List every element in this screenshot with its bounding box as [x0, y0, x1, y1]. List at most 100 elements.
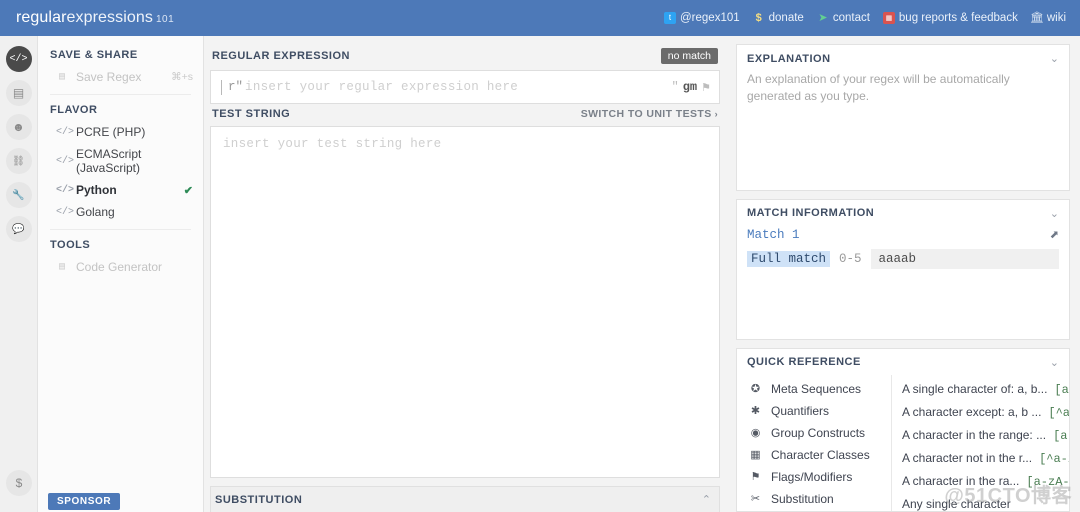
send-icon: ➤: [818, 11, 828, 24]
match-information-header[interactable]: MATCH INFORMATION ⌄: [737, 200, 1069, 226]
code-icon: </>: [56, 206, 75, 218]
rail-item-chat[interactable]: 💬: [5, 216, 32, 242]
info-column: EXPLANATION ⌄ An explanation of your reg…: [730, 36, 1080, 512]
quick-ref-entry[interactable]: A single character of: a, b... [abc]: [902, 378, 1069, 401]
rail-item-link[interactable]: ⛓: [5, 148, 32, 174]
icon-rail: </> ▤ ☻ ⛓ 🔧 💬 $: [0, 36, 38, 512]
quick-reference-entries: A single character of: a, b... [abc] A c…: [892, 375, 1069, 511]
nav-item-wiki[interactable]: 🏛 wiki: [1030, 12, 1066, 24]
regex-section-title: REGULAR EXPRESSION: [212, 50, 350, 62]
account-icon: ☻: [12, 120, 25, 134]
rail-item-library[interactable]: ▤: [5, 80, 32, 106]
quick-ref-entry[interactable]: Any single character: [902, 493, 1069, 511]
quick-ref-category-label: Flags/Modifiers: [771, 469, 853, 484]
quick-ref-category-substitution[interactable]: ✂ Substitution: [737, 488, 891, 510]
sidebar-item-flavor-ecmascript[interactable]: </> ECMAScript (JavaScript): [38, 143, 203, 179]
match-entry-header: Match 1 ⬈: [737, 226, 1069, 249]
quick-ref-category-group-constructs[interactable]: ◉ Group Constructs: [737, 422, 891, 444]
explanation-text: An explanation of your regex will be aut…: [747, 72, 1010, 104]
quick-ref-entry[interactable]: A character in the ra... [a-zA-Z]: [902, 470, 1069, 493]
rail-item-donate[interactable]: $: [6, 470, 32, 496]
quick-ref-token: [^abc]: [1048, 405, 1070, 420]
regex-section-header: REGULAR EXPRESSION no match: [210, 44, 720, 70]
chat-icon: 💬: [12, 223, 25, 235]
nav-label-donate: donate: [768, 12, 804, 24]
scissors-icon: ✂: [750, 493, 761, 506]
quick-reference-categories: ✪ Meta Sequences ✱ Quantifiers ◉ Group C…: [737, 374, 892, 511]
switch-to-unit-tests-label: SWITCH TO UNIT TESTS: [580, 108, 712, 120]
quick-ref-entry[interactable]: A character not in the r... [^a-z]: [902, 447, 1069, 470]
chevron-down-icon[interactable]: ⌄: [1050, 52, 1059, 65]
editor-column: REGULAR EXPRESSION no match r" insert yo…: [204, 36, 730, 512]
sponsor-badge[interactable]: SPONSOR: [48, 493, 121, 510]
code-icon: </>: [56, 184, 75, 196]
test-string-input[interactable]: insert your test string here: [210, 126, 720, 478]
quick-ref-token: [^a-z]: [1039, 451, 1069, 466]
nav-item-donate[interactable]: $ donate: [753, 12, 804, 24]
quick-ref-category-quantifiers[interactable]: ✱ Quantifiers: [737, 400, 891, 422]
quick-ref-category-meta-sequences[interactable]: ✪ Meta Sequences: [737, 378, 891, 400]
sidebar-heading-tools: TOOLS: [50, 239, 91, 251]
nav-item-contact[interactable]: ➤ contact: [817, 12, 870, 24]
rail-item-account[interactable]: ☻: [5, 114, 32, 140]
regex-input[interactable]: r" insert your regular expression here "…: [210, 70, 720, 104]
full-match-value: aaaab: [870, 248, 1059, 269]
flag-icon[interactable]: ⚑: [701, 81, 711, 94]
regex-flags[interactable]: " gm ⚑: [672, 80, 711, 94]
chevron-right-icon: ›: [714, 109, 718, 119]
substitution-section-header[interactable]: SUBSTITUTION ⌃: [210, 486, 720, 512]
chevron-down-icon[interactable]: ⌄: [1050, 356, 1059, 369]
rail-item-tools[interactable]: 🔧: [5, 182, 32, 208]
match-information-title: MATCH INFORMATION: [747, 207, 875, 220]
rail-item-code[interactable]: </>: [5, 46, 32, 72]
twitter-icon: t: [664, 12, 676, 24]
bug-icon: ▦: [882, 12, 895, 24]
quick-ref-entry[interactable]: A character in the range: ... [a-z]: [902, 424, 1069, 447]
explanation-card: EXPLANATION ⌄ An explanation of your reg…: [736, 44, 1070, 191]
quick-ref-desc: A character except: a, b ...: [902, 404, 1042, 419]
quick-reference-header[interactable]: QUICK REFERENCE ⌄: [737, 349, 1069, 375]
nav-item-bug-reports[interactable]: ▦ bug reports & feedback: [882, 12, 1018, 24]
quick-ref-category-label: Meta Sequences: [771, 381, 862, 396]
logo-word-101: 101: [156, 14, 175, 25]
sidebar-label-flavor-ecmascript: ECMAScript (JavaScript): [76, 147, 142, 175]
quick-ref-token: [abc]: [1054, 382, 1069, 397]
sidebar-label-code-generator: Code Generator: [76, 260, 163, 274]
flag-icon: ⚑: [750, 471, 761, 484]
quick-ref-desc: A character not in the r...: [902, 450, 1033, 465]
quick-ref-desc: A character in the range: ...: [902, 427, 1047, 442]
sidebar-item-save-regex[interactable]: ▤ Save Regex ⌘+s: [38, 66, 203, 88]
sidebar-item-flavor-pcre[interactable]: </> PCRE (PHP): [38, 121, 203, 143]
test-section-title: TEST STRING: [212, 108, 291, 120]
quick-ref-category-label: Character Classes: [771, 447, 870, 462]
explanation-header[interactable]: EXPLANATION ⌄: [737, 45, 1069, 71]
header-nav: t @regex101 $ donate ➤ contact ▦ bug rep…: [664, 12, 1066, 24]
export-icon[interactable]: ⬈: [1050, 228, 1059, 241]
sidebar-item-flavor-python[interactable]: </> Python ✔: [38, 179, 203, 201]
chevron-up-icon[interactable]: ⌃: [702, 493, 711, 506]
quick-ref-token: [a-zA-Z]: [1026, 474, 1070, 489]
sidebar-divider-1: [50, 94, 191, 95]
nav-label-bug-reports: bug reports & feedback: [898, 12, 1018, 24]
quick-ref-category-flags-modifiers[interactable]: ⚑ Flags/Modifiers: [737, 466, 891, 488]
switch-to-unit-tests-button[interactable]: SWITCH TO UNIT TESTS ›: [581, 108, 718, 120]
nav-item-twitter[interactable]: t @regex101: [664, 12, 740, 24]
sidebar-item-code-generator[interactable]: ▤ Code Generator: [38, 256, 203, 278]
quick-ref-desc: A single character of: a, b...: [902, 381, 1048, 396]
full-match-row: Full match 0-5 aaaab: [737, 248, 1069, 269]
chevron-down-icon[interactable]: ⌄: [1050, 207, 1059, 220]
quick-ref-category-character-classes[interactable]: ▦ Character Classes: [737, 444, 891, 466]
sidebar-item-flavor-golang[interactable]: </> Golang: [38, 201, 203, 223]
regex-suffix-delimiter: ": [671, 80, 679, 94]
quick-ref-entry[interactable]: A character except: a, b ... [^abc]: [902, 401, 1069, 424]
regex-prefix-delimiter: r": [228, 80, 244, 94]
nav-label-wiki: wiki: [1046, 12, 1066, 24]
sidebar-label-flavor-python: Python: [76, 183, 117, 197]
sidebar-heading-save-share: SAVE & SHARE: [50, 49, 138, 61]
quick-reference-grid: ✪ Meta Sequences ✱ Quantifiers ◉ Group C…: [737, 374, 1069, 511]
book-icon: ▤: [12, 86, 25, 100]
code-icon: </>: [56, 155, 75, 167]
site-logo[interactable]: regularexpressions 101: [16, 9, 174, 27]
full-match-range: 0-5: [839, 251, 862, 266]
generator-icon: ▤: [58, 262, 66, 273]
